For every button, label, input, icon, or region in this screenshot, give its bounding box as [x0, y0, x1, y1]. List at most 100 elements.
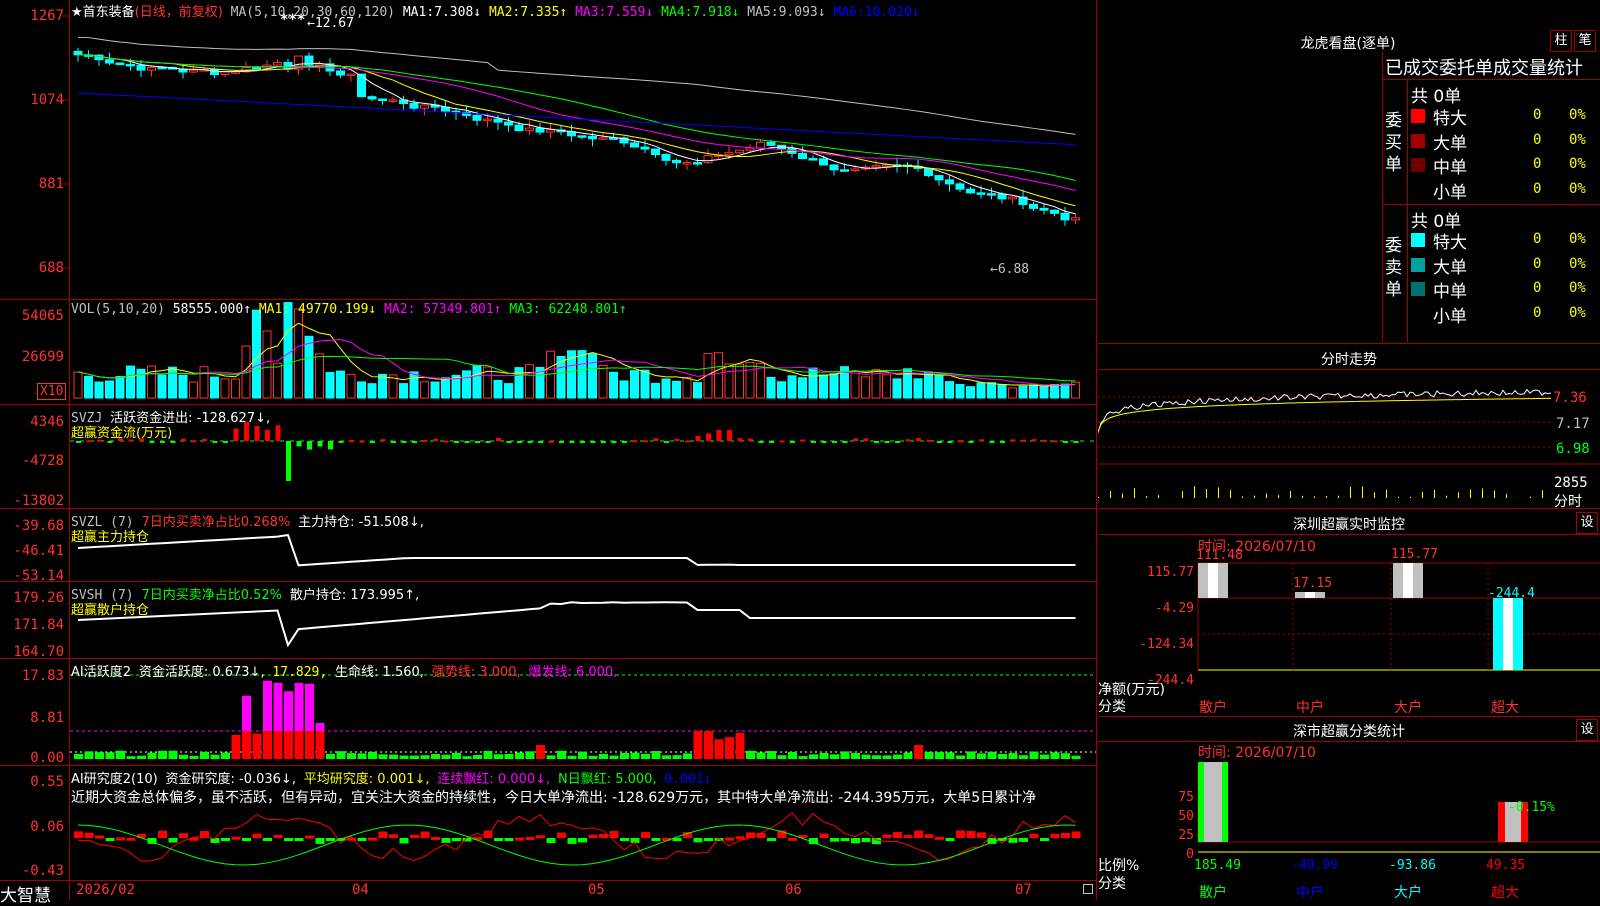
intraday-vol — [1110, 491, 1111, 498]
ai1-bar — [1030, 752, 1039, 759]
candle-body — [421, 105, 429, 108]
ai2-bar — [95, 836, 104, 839]
monitor-chart — [1098, 535, 1600, 715]
chart-area[interactable]: ★首东装备(日线，前复权) MA(5,10,20,30,60,120) MA1:… — [0, 0, 1097, 900]
svzj-bar — [402, 441, 407, 443]
ai1-bar — [442, 755, 451, 759]
ma-value-4: 7.918↓ — [692, 5, 739, 20]
volume-bar — [526, 365, 534, 398]
ai2-bar — [452, 838, 461, 841]
intraday-vol — [1266, 494, 1267, 498]
svzj-bar — [507, 441, 512, 443]
ai1-bar — [1009, 753, 1018, 759]
ai1-bar — [515, 753, 524, 759]
ai1-bar — [641, 754, 650, 759]
volume-bar — [589, 354, 597, 398]
buy-row-value: 0 — [1533, 156, 1541, 172]
svzj-bar — [528, 441, 533, 443]
ai2-bar — [1051, 834, 1060, 838]
intraday-chart[interactable] — [1098, 370, 1600, 510]
ai2-bar — [127, 838, 136, 841]
volume-bar — [473, 365, 481, 398]
candle-body — [925, 168, 933, 175]
svzj-bar — [979, 439, 984, 441]
candle-body — [599, 138, 607, 140]
ai2-ytick-0: 0.55 — [0, 774, 64, 790]
ai2-cont: 连续飘红: 0.000↓, — [437, 772, 550, 787]
candle-body — [851, 169, 859, 171]
ma-name-6: MA6: — [833, 5, 864, 20]
ai1-bar — [872, 755, 881, 759]
volume-bar — [421, 382, 429, 398]
volume-bar — [200, 367, 208, 398]
intraday-vol — [1314, 496, 1315, 498]
ai1-strong: 强势线: 3.000, — [432, 665, 521, 680]
ma-name-2: MA2: — [489, 5, 520, 20]
buy-swatch-1 — [1411, 134, 1425, 148]
svzj-bar — [864, 438, 869, 441]
volume-bar — [305, 336, 313, 398]
svzj-bar — [150, 441, 155, 443]
volume-bar — [998, 385, 1006, 398]
svzl-line — [78, 535, 1076, 565]
candle-body — [526, 128, 534, 131]
monitor-settings-button[interactable]: 设 — [1576, 512, 1598, 534]
candle-body — [1051, 210, 1059, 213]
ai1-bar — [956, 755, 965, 759]
vol-ma1: MA1: 49770.199↓ — [259, 302, 376, 317]
volume-bar — [368, 384, 376, 398]
ai1-bar — [778, 755, 787, 759]
candle-body — [830, 165, 838, 170]
candle-body — [221, 72, 229, 75]
intraday-vol — [1410, 497, 1411, 498]
volume-bar — [778, 382, 786, 398]
svzj-bar — [885, 441, 890, 443]
ai1-bar — [967, 751, 976, 759]
intraday-vol — [1506, 494, 1507, 498]
ai1-bar — [179, 755, 188, 759]
ai1-bar — [925, 752, 934, 759]
svsh-ytick-2: 164.70 — [0, 644, 64, 660]
bar-mode-button[interactable]: 柱 — [1550, 30, 1572, 52]
sell-row-value: 0 — [1533, 256, 1541, 272]
candle-body — [536, 128, 544, 132]
ai2-bar — [442, 838, 451, 843]
ai2-bar — [925, 834, 934, 838]
ai2-bar — [106, 838, 115, 841]
xaxis-label-3: 06 — [785, 882, 802, 898]
svzj-bar — [465, 441, 470, 443]
ai2-bar — [694, 838, 703, 842]
volume-bar — [1009, 388, 1017, 398]
ai1-bar — [683, 753, 692, 759]
svzj-bar — [549, 441, 554, 443]
intraday-vol — [1542, 490, 1543, 498]
candle-body — [809, 159, 817, 161]
ai1-burst-bar — [284, 691, 293, 731]
stats-settings-button[interactable]: 设 — [1576, 719, 1598, 741]
ai1-bar — [389, 755, 398, 759]
volume-bar — [715, 353, 723, 398]
candle-body — [935, 176, 943, 180]
sell-swatch-1 — [1411, 258, 1425, 272]
ai1-bar — [169, 751, 178, 759]
lock-icon[interactable] — [1083, 884, 1093, 894]
ai2-bar — [1030, 834, 1039, 838]
ma-name-3: MA3: — [575, 5, 606, 20]
svzj-bar — [969, 441, 974, 443]
candle-body — [694, 163, 702, 165]
lhb-title: 龙虎看盘(逐单) — [1098, 33, 1598, 53]
ai2-bar — [610, 831, 619, 838]
svzj-bar — [213, 441, 218, 443]
volume-bar — [116, 376, 124, 398]
svsh-ytick-0: 179.26 — [0, 590, 64, 606]
svzj-bar — [612, 441, 617, 443]
svzj-bar — [853, 439, 858, 441]
intraday-vol-unit: 分时 — [1554, 491, 1582, 511]
ma-value-1: 7.308↓ — [434, 5, 481, 20]
buy-row-label: 小单 — [1433, 178, 1467, 203]
ai2-bar — [358, 838, 367, 841]
tick-mode-button[interactable]: 笔 — [1574, 30, 1596, 52]
ai1-bar — [547, 755, 556, 759]
buy-row-pct: 0% — [1569, 107, 1586, 123]
volume-bar — [925, 372, 933, 398]
